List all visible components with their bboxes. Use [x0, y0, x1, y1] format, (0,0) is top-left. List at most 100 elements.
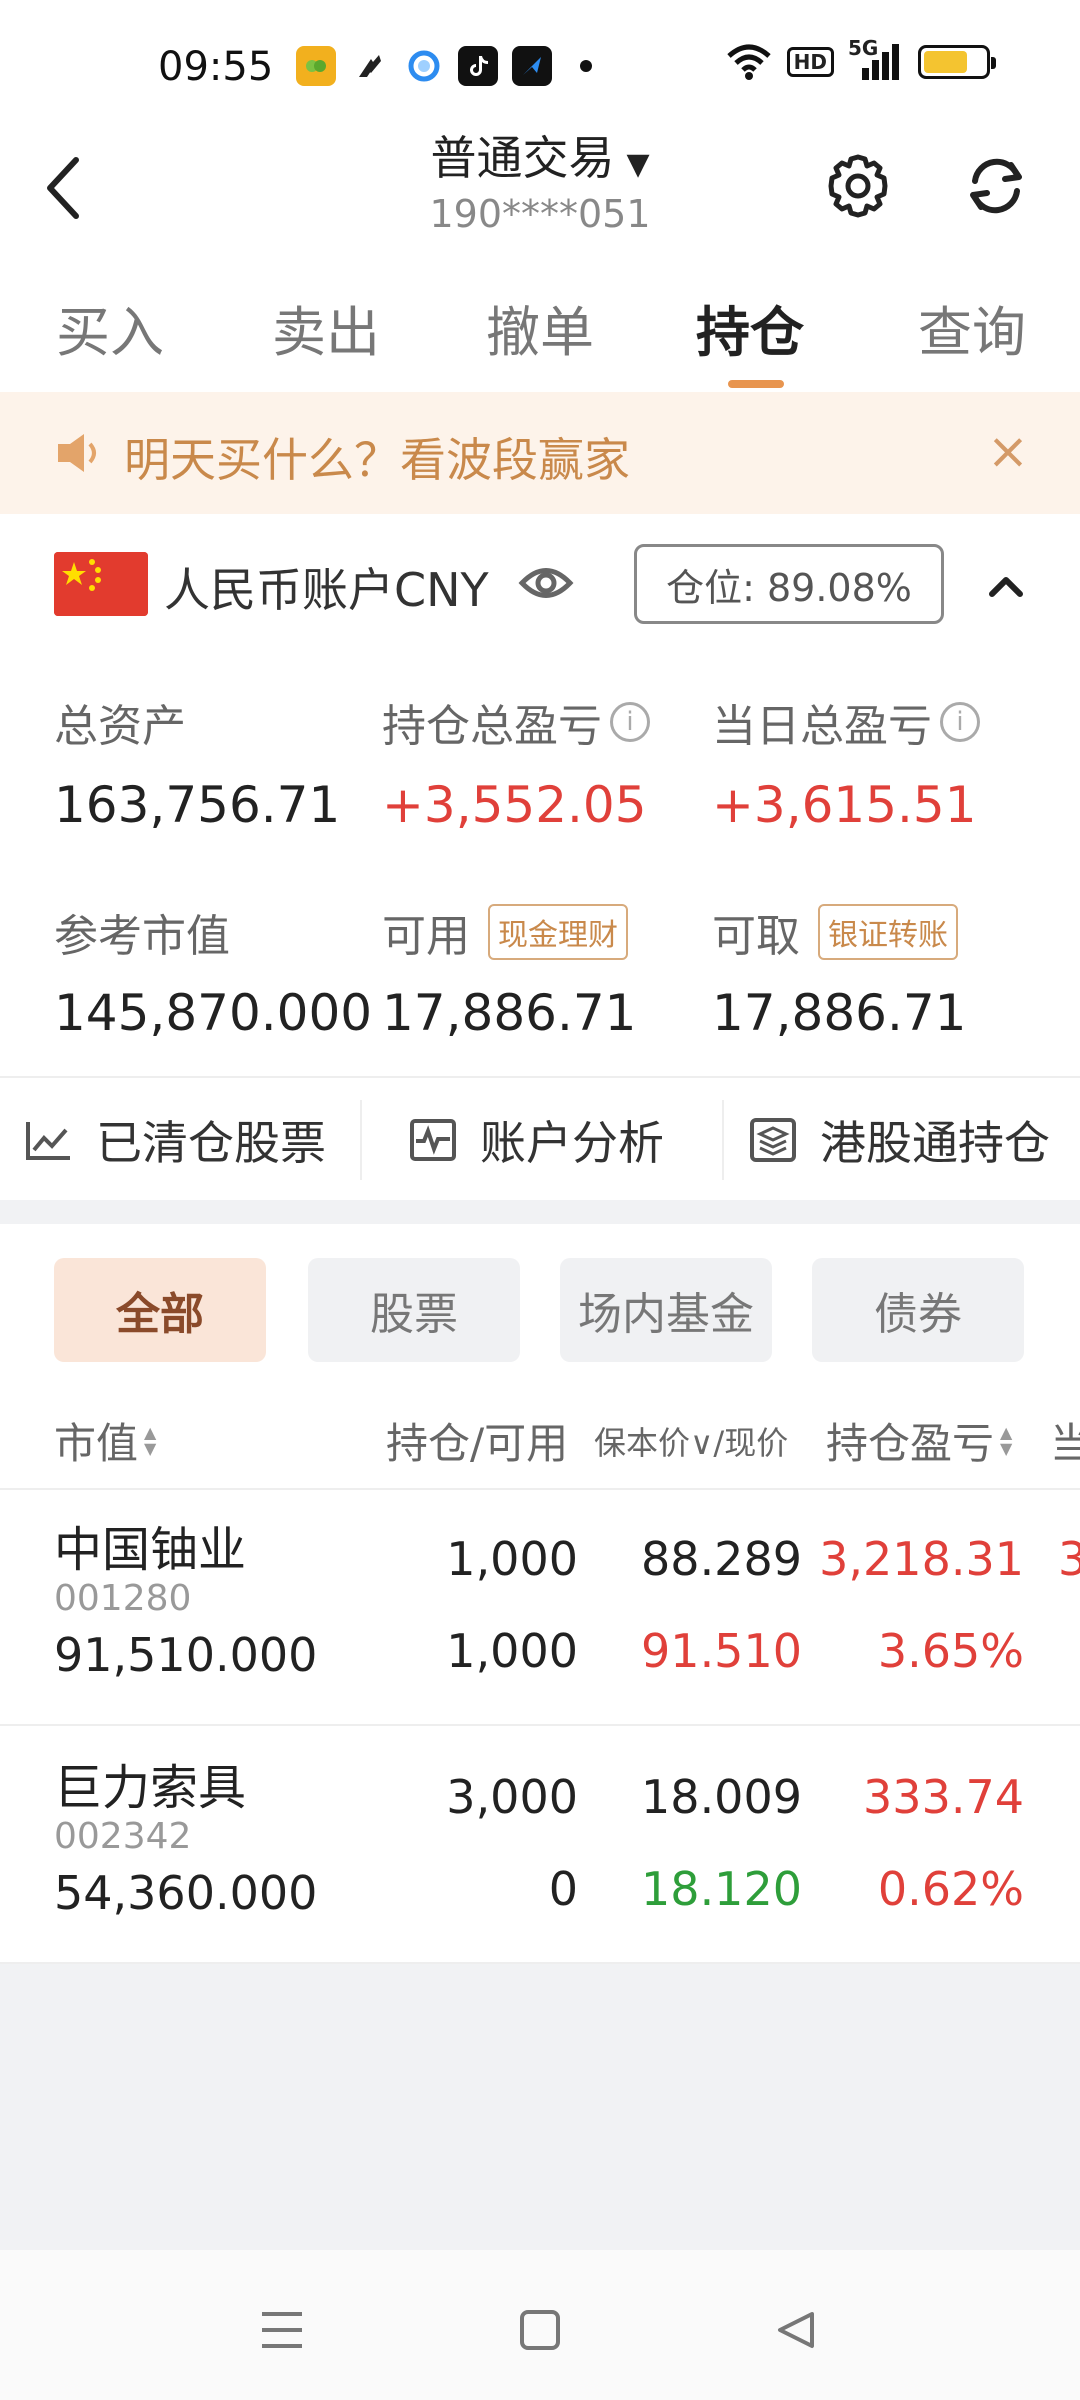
table-row[interactable]: 巨力索具 002342 54,360.000 3,000 0 18.009 18…: [0, 1728, 1080, 1964]
filter-bonds[interactable]: 债券: [812, 1258, 1024, 1362]
cash-management-button[interactable]: 现金理财: [488, 904, 628, 960]
nav-back-button[interactable]: [766, 2300, 826, 2360]
triangle-back-icon: [778, 2312, 814, 2348]
close-icon[interactable]: ×: [978, 422, 1038, 480]
daily-pl-cut: 3: [1058, 1532, 1080, 1586]
notice-text[interactable]: 明天买什么？看波段赢家: [124, 424, 630, 490]
total-assets-label: 总资产: [54, 690, 186, 754]
status-time: 09:55: [158, 44, 274, 90]
tab-holdings[interactable]: 持仓: [696, 288, 804, 367]
holding-qty: 3,000: [446, 1770, 578, 1824]
stock-market-value: 54,360.000: [54, 1866, 318, 1920]
account-row: 人民币账户CNY 仓位: 89.08%: [0, 540, 1080, 630]
chart-icon: [26, 1122, 70, 1160]
sort-holding-pl[interactable]: 持仓盈亏 ▲ ▼: [826, 1410, 1012, 1471]
caret-down-icon: ▼: [626, 147, 650, 182]
total-assets-value: 163,756.71: [54, 776, 341, 834]
speaker-icon: [58, 434, 96, 472]
current-price: 91.510: [641, 1624, 802, 1678]
filter-all[interactable]: 全部: [54, 1258, 266, 1362]
holding-qty: 1,000: [446, 1532, 578, 1586]
holding-pl: 333.74: [863, 1770, 1024, 1824]
sort-cost-price[interactable]: 保本价∨/现价: [594, 1418, 788, 1464]
table-header: 市值 ▲ ▼ 持仓/可用 保本价∨/现价 持仓盈亏 ▲ ▼ 当: [0, 1384, 1080, 1490]
active-tab-indicator: [728, 380, 784, 388]
signal-icon: 5G: [848, 36, 904, 82]
stock-code: 002342: [54, 1816, 192, 1857]
stock-name: 巨力索具: [54, 1760, 247, 1816]
cleared-stocks-label: 已清仓股票: [96, 1116, 326, 1170]
trade-type-selector[interactable]: 普通交易 ▼ 190****051: [300, 122, 780, 236]
chevron-left-icon: [47, 157, 79, 219]
available-label-text: 可用: [382, 911, 470, 962]
cost-price: 88.289: [641, 1532, 802, 1586]
market-value-label: 参考市值: [54, 900, 230, 964]
holding-pl-value: +3,552.05: [382, 776, 647, 834]
holding-pl-pct: 0.62%: [877, 1862, 1024, 1916]
daily-pl-value: +3,615.51: [712, 776, 977, 834]
info-icon[interactable]: i: [940, 702, 980, 742]
page-title[interactable]: 普通交易 ▼: [300, 122, 780, 188]
cleared-stocks-button[interactable]: 已清仓股票: [24, 1078, 326, 1202]
filter-stocks[interactable]: 股票: [308, 1258, 520, 1362]
current-price: 18.120: [641, 1862, 802, 1916]
status-bar: 09:55 HD 5G: [0, 0, 1080, 130]
filter-exchange-funds[interactable]: 场内基金: [560, 1258, 772, 1362]
table-row[interactable]: 中国铀业 001280 91,510.000 1,000 1,000 88.28…: [0, 1490, 1080, 1726]
sort-market-value[interactable]: 市值 ▲ ▼: [54, 1410, 156, 1471]
tab-buy[interactable]: 买入: [56, 288, 164, 367]
trade-tabs: 买入 卖出 撤单 持仓 查询: [0, 280, 1080, 390]
tab-cancel[interactable]: 撤单: [486, 288, 594, 367]
col-daily-pl-cut: 当: [1050, 1419, 1080, 1468]
position-ratio-badge: 仓位: 89.08%: [634, 544, 944, 624]
status-right: HD 5G: [725, 36, 996, 82]
more-notifications-dot: [580, 60, 592, 72]
account-name: 人民币账户CNY: [164, 563, 489, 617]
tiktok-icon: [458, 46, 498, 86]
section-separator: [0, 1200, 1080, 1224]
app-yellow-icon: [296, 46, 336, 86]
wifi-icon: [726, 44, 771, 80]
eye-icon[interactable]: [518, 560, 574, 606]
cloud-icon: [404, 46, 444, 86]
hk-connect-holdings-button[interactable]: 港股通持仓: [748, 1078, 1050, 1202]
bank-transfer-button[interactable]: 银证转账: [818, 904, 958, 960]
hd-badge: HD: [786, 47, 834, 77]
quick-actions: 已清仓股票 账户分析 港股通持仓: [0, 1076, 1080, 1200]
chevron-up-icon: [989, 577, 1023, 597]
holding-pl-label-text: 持仓总盈亏: [382, 701, 602, 752]
page-title-text: 普通交易: [430, 131, 615, 185]
hk-connect-holdings-label: 港股通持仓: [820, 1116, 1050, 1170]
account-analysis-button[interactable]: 账户分析: [408, 1078, 664, 1202]
refresh-button[interactable]: [956, 146, 1036, 226]
market-value-label-text: 参考市值: [54, 911, 230, 962]
collapse-button[interactable]: [976, 556, 1036, 616]
tab-query[interactable]: 查询: [918, 288, 1026, 367]
menu-button[interactable]: [252, 2300, 312, 2360]
daily-pl-label: 当日总盈亏 i: [712, 690, 980, 754]
square-icon: [520, 2310, 560, 2350]
holding-pl-pct: 3.65%: [877, 1624, 1024, 1678]
header: 普通交易 ▼ 190****051: [0, 120, 1080, 250]
daily-pl-label-text: 当日总盈亏: [712, 701, 932, 752]
available-label: 可用 现金理财: [382, 900, 628, 964]
pulse-icon: [410, 1119, 456, 1161]
gear-icon: [828, 154, 888, 218]
holding-pl-label: 持仓总盈亏 i: [382, 690, 650, 754]
stock-name: 中国铀业: [54, 1522, 247, 1578]
status-app-icons: [296, 46, 592, 86]
sort-icon: ▲ ▼: [1000, 1422, 1013, 1458]
account-analysis-label: 账户分析: [480, 1116, 664, 1170]
withdrawable-label-text: 可取: [712, 911, 800, 962]
settings-button[interactable]: [818, 146, 898, 226]
available-value: 17,886.71: [382, 984, 637, 1042]
withdrawable-value: 17,886.71: [712, 984, 967, 1042]
back-button[interactable]: [34, 148, 94, 228]
stock-code: 001280: [54, 1578, 192, 1619]
withdrawable-label: 可取 银证转账: [712, 900, 958, 964]
notice-banner[interactable]: 明天买什么？看波段赢家 ×: [0, 392, 1080, 514]
tab-sell[interactable]: 卖出: [272, 288, 380, 367]
available-qty: 0: [548, 1862, 578, 1916]
info-icon[interactable]: i: [610, 702, 650, 742]
home-button[interactable]: [510, 2300, 570, 2360]
